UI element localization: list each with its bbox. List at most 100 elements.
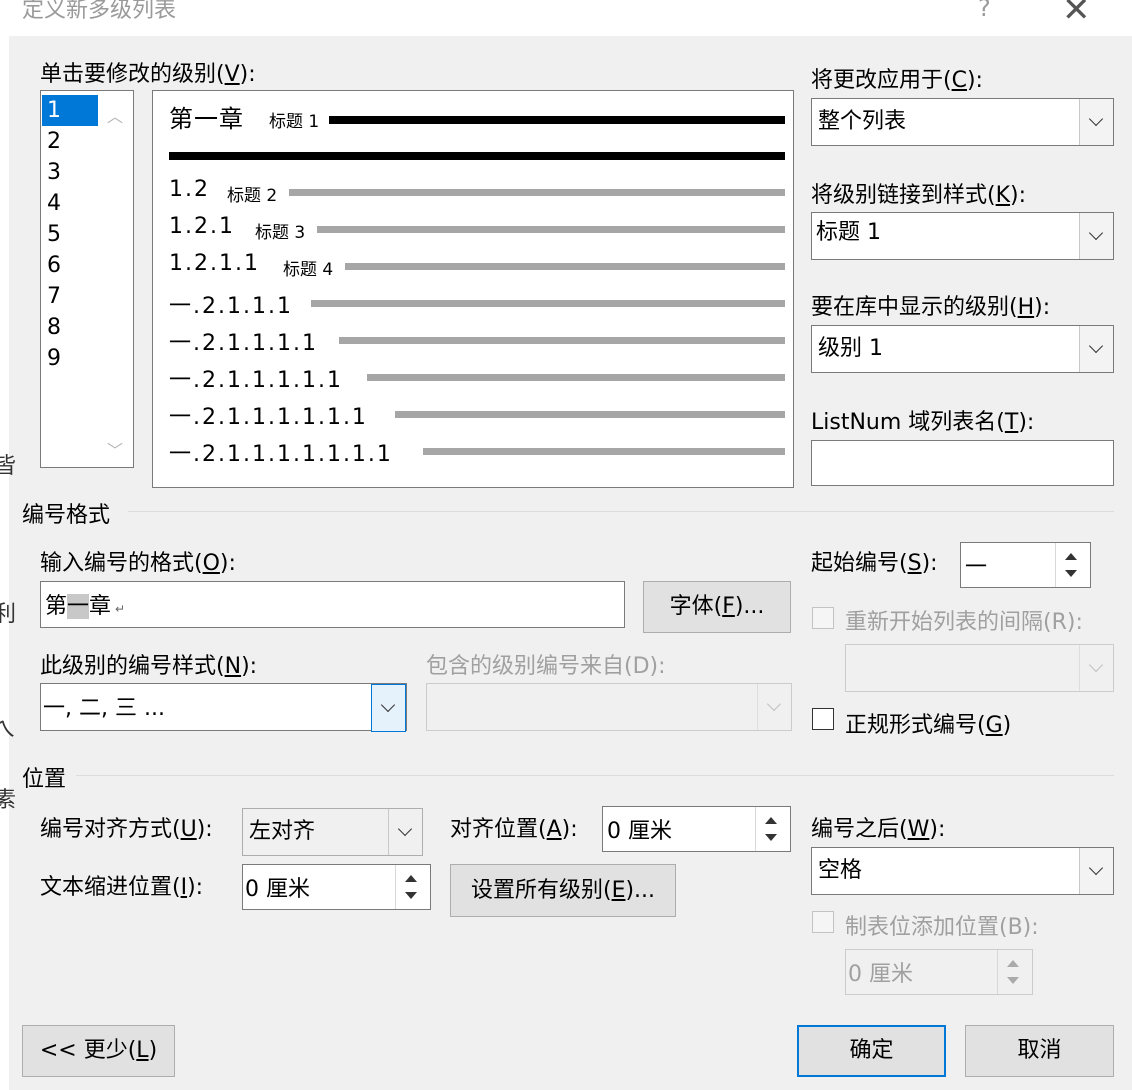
chevron-down-icon bbox=[1088, 111, 1104, 127]
dialog-title: 定义新多级列表 bbox=[22, 0, 177, 23]
follow-number-value: 空格 bbox=[818, 858, 863, 883]
preview-row-number: 1.2.1 bbox=[169, 214, 235, 239]
scroll-up-icon[interactable]: ︿ bbox=[107, 103, 123, 127]
preview-bar bbox=[317, 226, 785, 233]
level-item[interactable]: 3 bbox=[42, 157, 98, 188]
help-icon[interactable]: ? bbox=[978, 0, 991, 22]
level-item[interactable]: 6 bbox=[42, 250, 98, 281]
close-icon[interactable]: ✕ bbox=[1062, 0, 1091, 30]
tab-stop-label: 制表位添加位置(B): bbox=[845, 915, 1039, 940]
preview-bar bbox=[367, 374, 785, 381]
restart-checkbox[interactable] bbox=[812, 607, 834, 629]
follow-number-dropdown[interactable]: 空格 bbox=[811, 847, 1114, 895]
less-button[interactable]: << 更少(L) bbox=[22, 1025, 175, 1077]
gallery-level-dropdown-button[interactable] bbox=[1079, 326, 1113, 372]
font-button[interactable]: 字体(F)... bbox=[643, 581, 791, 633]
background-glyph: 素 bbox=[0, 788, 17, 813]
include-level-dropdown[interactable] bbox=[426, 683, 792, 731]
legal-numbering-label: 正规形式编号(G) bbox=[845, 713, 1012, 738]
preview-row-style: 标题 3 bbox=[255, 223, 306, 243]
preview-bar bbox=[169, 152, 785, 160]
level-list-scrollbar[interactable]: ︿ ﹀ bbox=[99, 91, 133, 467]
preview-row-number: 一.2.1.1.1.1.1 bbox=[169, 368, 343, 393]
preview-row-style: 标题 4 bbox=[283, 260, 334, 280]
link-style-dropdown-button[interactable] bbox=[1079, 213, 1113, 259]
number-alignment-value: 左对齐 bbox=[249, 819, 316, 844]
level-listbox[interactable]: 1 2 3 4 5 6 7 8 9 ︿ ﹀ bbox=[40, 90, 134, 468]
number-style-dropdown-button[interactable] bbox=[371, 684, 406, 732]
tab-stop-stepper[interactable]: 0 厘米 bbox=[845, 949, 1033, 995]
chevron-down-icon bbox=[1088, 657, 1104, 673]
text-indent-spin[interactable] bbox=[395, 865, 430, 909]
spin-up-icon[interactable] bbox=[1007, 960, 1019, 967]
level-item[interactable]: 7 bbox=[42, 281, 98, 312]
spin-down-icon[interactable] bbox=[1065, 570, 1077, 577]
position-section-title: 位置 bbox=[22, 767, 67, 792]
text-indent-label: 文本缩进位置(I): bbox=[40, 875, 204, 900]
preview-pane: 第一章 标题 1 1.2 标题 2 1.2.1 标题 3 1.2.1.1 标题 … bbox=[152, 90, 794, 488]
preview-bar bbox=[329, 116, 785, 124]
number-alignment-label: 编号对齐方式(U): bbox=[40, 817, 213, 842]
link-style-value: 标题 1 bbox=[816, 220, 881, 245]
number-alignment-dropdown-button[interactable] bbox=[388, 809, 422, 855]
level-item[interactable]: 4 bbox=[42, 188, 98, 219]
spin-up-icon[interactable] bbox=[405, 875, 417, 882]
section-divider bbox=[76, 775, 1114, 776]
gallery-level-dropdown[interactable]: 级别 1 bbox=[811, 325, 1114, 373]
apply-to-value: 整个列表 bbox=[818, 109, 907, 134]
link-style-dropdown[interactable]: 标题 1 bbox=[811, 212, 1114, 260]
chevron-down-icon bbox=[1088, 338, 1104, 354]
spin-up-icon[interactable] bbox=[1065, 553, 1077, 560]
set-all-levels-button[interactable]: 设置所有级别(E)... bbox=[450, 864, 676, 917]
preview-row-number: 1.2 bbox=[169, 177, 210, 202]
number-format-input-label: 输入编号的格式(O): bbox=[40, 551, 236, 576]
level-item[interactable]: 8 bbox=[42, 312, 98, 343]
number-format-input[interactable]: 第一章 ↵ bbox=[40, 581, 625, 628]
chevron-down-icon bbox=[1088, 225, 1104, 241]
spin-up-icon[interactable] bbox=[765, 817, 777, 824]
level-item[interactable]: 5 bbox=[42, 219, 98, 250]
spin-down-icon[interactable] bbox=[405, 892, 417, 899]
preview-bar bbox=[339, 337, 785, 344]
preview-row-number: 一.2.1.1.1.1.1.1.1 bbox=[169, 442, 393, 467]
ok-button[interactable]: 确定 bbox=[797, 1025, 946, 1077]
spin-down-icon[interactable] bbox=[765, 834, 777, 841]
aligned-at-stepper[interactable]: 0 厘米 bbox=[602, 806, 791, 852]
background-document-strip: 皆 利 ㄟ 素 bbox=[0, 36, 16, 1090]
level-list-label: 单击要修改的级别(V): bbox=[40, 62, 256, 87]
apply-to-label: 将更改应用于(C): bbox=[811, 68, 983, 93]
follow-number-dropdown-button[interactable] bbox=[1079, 848, 1113, 894]
level-item[interactable]: 2 bbox=[42, 126, 98, 157]
listnum-field[interactable] bbox=[811, 440, 1114, 486]
gallery-level-value: 级别 1 bbox=[818, 336, 883, 361]
aligned-at-spin[interactable] bbox=[755, 807, 790, 851]
restart-dropdown[interactable] bbox=[845, 644, 1114, 692]
include-level-dropdown-button[interactable] bbox=[757, 684, 791, 730]
start-at-label: 起始编号(S): bbox=[811, 551, 938, 576]
tab-stop-spin[interactable] bbox=[997, 950, 1032, 994]
level-item[interactable]: 1 bbox=[42, 95, 98, 126]
legal-numbering-checkbox[interactable] bbox=[812, 708, 834, 730]
start-at-stepper[interactable]: 一 bbox=[960, 542, 1091, 588]
preview-bar bbox=[311, 300, 785, 307]
preview-row-style: 标题 2 bbox=[227, 186, 278, 206]
preview-heading-number: 第一章 bbox=[169, 105, 244, 133]
scroll-down-icon[interactable]: ﹀ bbox=[107, 437, 123, 461]
level-item[interactable]: 9 bbox=[42, 343, 98, 374]
chevron-down-icon bbox=[380, 697, 396, 713]
restart-dropdown-button[interactable] bbox=[1079, 645, 1113, 691]
text-indent-stepper[interactable]: 0 厘米 bbox=[242, 864, 431, 910]
number-style-dropdown[interactable]: 一, 二, 三 ... bbox=[40, 683, 407, 732]
apply-to-dropdown[interactable]: 整个列表 bbox=[811, 98, 1114, 146]
listnum-label: ListNum 域列表名(T): bbox=[811, 410, 1035, 435]
cancel-button[interactable]: 取消 bbox=[965, 1025, 1114, 1077]
tab-stop-checkbox[interactable] bbox=[812, 911, 834, 933]
text-indent-value: 0 厘米 bbox=[245, 877, 310, 902]
apply-to-dropdown-button[interactable] bbox=[1079, 99, 1113, 145]
chevron-down-icon bbox=[766, 696, 782, 712]
start-at-spin[interactable] bbox=[1055, 543, 1090, 587]
number-style-label: 此级别的编号样式(N): bbox=[40, 654, 258, 679]
background-glyph: 皆 bbox=[0, 454, 17, 479]
spin-down-icon[interactable] bbox=[1007, 977, 1019, 984]
number-alignment-dropdown[interactable]: 左对齐 bbox=[242, 808, 423, 856]
